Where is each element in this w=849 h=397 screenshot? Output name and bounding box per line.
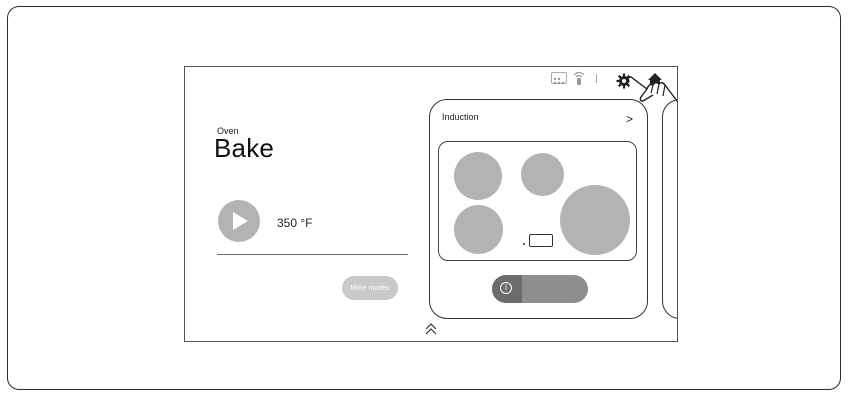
induction-title: Induction (442, 112, 479, 122)
indicator-dot (523, 243, 525, 245)
burner-rear-left[interactable] (454, 205, 503, 254)
start-button[interactable] (218, 200, 260, 242)
play-icon (233, 212, 248, 230)
more-modes-button[interactable]: More modes (342, 276, 398, 300)
oven-mode-title[interactable]: Bake (214, 133, 274, 164)
wifi-icon (573, 71, 585, 85)
burner-front-left[interactable] (454, 152, 502, 200)
oven-temperature[interactable]: 350 °F (277, 216, 312, 230)
burner-large-right[interactable] (560, 185, 630, 255)
next-card-edge[interactable] (662, 99, 677, 319)
power-button[interactable]: i (492, 275, 588, 303)
info-icon: i (500, 282, 512, 294)
grid-icon (551, 72, 567, 85)
cooktop-diagram (438, 141, 637, 261)
chevron-right-icon[interactable]: > (626, 112, 633, 126)
induction-card[interactable]: Induction > i (429, 99, 648, 319)
appliance-screen: Oven Bake 350 °F More modes Induction > … (184, 66, 678, 342)
double-chevron-up-icon[interactable] (425, 323, 437, 335)
status-separator (596, 74, 597, 83)
burner-back-center[interactable] (521, 153, 564, 196)
oven-divider (217, 254, 408, 255)
bridge-zone-icon (529, 234, 553, 247)
